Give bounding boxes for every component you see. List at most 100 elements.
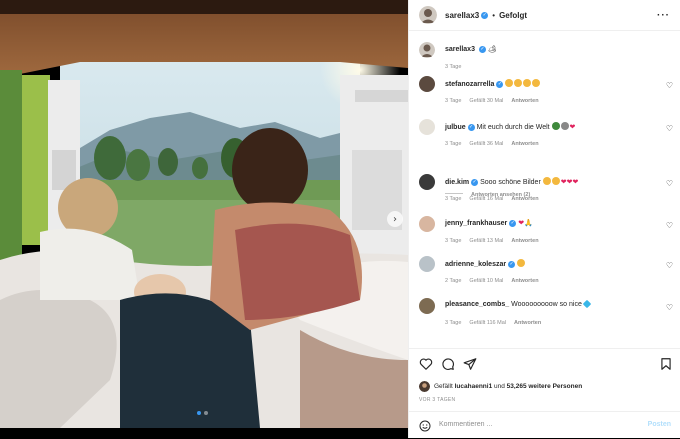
- comment-row: pleasance_combs_ Wooooooooow so nice 3 T…: [419, 298, 673, 332]
- comment-username[interactable]: stefanozarrella: [445, 81, 494, 88]
- comment-likes-count[interactable]: Gefällt 10 Mal: [469, 278, 503, 284]
- comment-suffix: 🙏: [524, 220, 533, 227]
- comment-age: 3 Tage: [445, 141, 462, 147]
- avatar[interactable]: [419, 174, 435, 190]
- chevron-right-icon: ›: [393, 213, 397, 225]
- red-heart-emoji-icon: ❤: [572, 178, 579, 186]
- avatar[interactable]: [419, 256, 435, 272]
- emoji-icon: [582, 299, 592, 309]
- caption-username[interactable]: sarellax3: [445, 46, 475, 53]
- comment-line: pleasance_combs_ Wooooooooow so nice: [445, 299, 592, 309]
- emoji-icon: [532, 79, 541, 87]
- comment-text: Wooooooooow so nice: [511, 301, 582, 308]
- verified-badge-icon: ✓: [509, 220, 517, 227]
- comment-bubble-icon[interactable]: [441, 357, 455, 371]
- view-replies-button[interactable]: Antworten ansehen (2): [445, 192, 530, 198]
- emoji-icon: [542, 177, 551, 185]
- post-photo[interactable]: ›: [0, 0, 408, 428]
- reply-button[interactable]: Antworten: [511, 238, 538, 244]
- comment-age: 2 Tage: [445, 278, 462, 284]
- likes-others-link[interactable]: 53,265 weitere Personen: [507, 383, 583, 390]
- comment-meta: 3 Tage Gefällt 30 Mal Antworten: [445, 98, 547, 104]
- comment-username[interactable]: julbue: [445, 124, 466, 131]
- comment-username[interactable]: die.kim: [445, 179, 469, 186]
- comment-likes-count[interactable]: Gefällt 36 Mal: [469, 141, 503, 147]
- avatar[interactable]: [419, 76, 435, 92]
- comment-line: jenny_frankhauser ✓ ❤🙏: [445, 219, 533, 227]
- comment-text: Sooo schöne Bilder: [480, 179, 541, 186]
- reply-button[interactable]: Antworten: [511, 141, 538, 147]
- verified-badge-icon: ✓: [481, 11, 489, 19]
- comment-username[interactable]: pleasance_combs_: [445, 301, 509, 308]
- comment-like-heart-icon[interactable]: ♡: [666, 303, 673, 312]
- carousel-dot-active: [197, 411, 201, 415]
- post-header: sarellax3 ✓ • Gefolgt ···: [409, 0, 680, 31]
- avatar[interactable]: [419, 298, 435, 314]
- comment-meta: 3 Tage Gefällt 36 Mal Antworten: [445, 141, 547, 147]
- reply-button[interactable]: Antworten: [511, 98, 538, 104]
- comment-line: adrienne_koleszar ✓: [445, 259, 526, 268]
- comment-age: 3 Tage: [445, 98, 462, 104]
- separator-dot: •: [492, 10, 496, 20]
- caption-line: sarellax3 ✓ 🏕: [445, 45, 497, 53]
- post-author-username[interactable]: sarellax3: [445, 11, 479, 20]
- comment-row: die.kim ✓ Sooo schöne Bilder ❤❤❤ 3 Tage Gef…: [419, 174, 673, 208]
- verified-badge-icon: ✓: [467, 124, 475, 131]
- comment-row: stefanozarrella ✓ 3 Tage Gefällt 30 Mal Ant…: [419, 76, 673, 110]
- follow-status-button[interactable]: Gefolgt: [499, 11, 527, 20]
- carousel-next-button[interactable]: ›: [387, 211, 403, 227]
- comment-likes-count[interactable]: Gefällt 116 Mal: [469, 320, 506, 326]
- verified-badge-icon: ✓: [496, 81, 504, 88]
- reply-button[interactable]: Antworten: [511, 278, 538, 284]
- reply-button[interactable]: Antworten: [514, 320, 541, 326]
- avatar[interactable]: [419, 216, 435, 232]
- red-heart-emoji-icon: ❤: [569, 123, 576, 131]
- comment-like-heart-icon[interactable]: ♡: [666, 124, 673, 133]
- comment-username[interactable]: adrienne_koleszar: [445, 261, 506, 268]
- comment-input[interactable]: Kommentieren ...: [439, 421, 492, 428]
- paper-plane-icon[interactable]: [463, 357, 477, 371]
- comment-likes-count[interactable]: Gefällt 13 Mal: [469, 238, 503, 244]
- emoji-icon: [551, 122, 560, 130]
- emoji-icon: [514, 79, 523, 87]
- more-horizontal-icon[interactable]: ···: [657, 10, 670, 21]
- action-icons: [419, 357, 673, 371]
- van-scene-image: [0, 0, 408, 428]
- comment-like-heart-icon[interactable]: ♡: [666, 179, 673, 188]
- comment-like-heart-icon[interactable]: ♡: [666, 81, 673, 90]
- post-actions: Gefällt lucahaenni1 und 53,265 weitere P…: [409, 348, 680, 438]
- avatar[interactable]: [419, 119, 435, 135]
- heart-outline-icon[interactable]: [419, 357, 433, 371]
- post-side-panel: sarellax3 ✓ • Gefolgt ··· sarellax3 ✓ 🏕 …: [408, 0, 680, 438]
- caption-meta: 3 Tage: [445, 64, 469, 70]
- liked-by-username[interactable]: lucahaenni1: [455, 383, 493, 390]
- smiley-icon[interactable]: [419, 420, 431, 432]
- bookmark-icon[interactable]: [659, 357, 673, 371]
- comment-row: adrienne_koleszar ✓ 2 Tage Gefällt 10 Mal A…: [419, 256, 673, 290]
- avatar[interactable]: [419, 42, 435, 58]
- view-replies-label: Antworten ansehen (2): [471, 192, 531, 198]
- verified-badge-icon: ✓: [508, 261, 516, 268]
- avatar[interactable]: [419, 6, 437, 24]
- comment-meta: 3 Tage Gefällt 116 Mal Antworten: [445, 320, 549, 326]
- comment-likes-count[interactable]: Gefällt 30 Mal: [469, 98, 503, 104]
- emoji-icon: [505, 79, 514, 87]
- comment-age: 3 Tage: [445, 238, 462, 244]
- verified-badge-icon: ✓: [478, 46, 486, 53]
- caption-text: 🏕: [487, 46, 497, 53]
- comment-like-heart-icon[interactable]: ♡: [666, 221, 673, 230]
- post-comment-button[interactable]: Posten: [648, 421, 671, 428]
- comment-like-heart-icon[interactable]: ♡: [666, 261, 673, 270]
- emoji-icon: [560, 122, 569, 130]
- avatar[interactable]: [419, 381, 430, 392]
- caption: sarellax3 ✓ 🏕 3 Tage: [419, 42, 673, 72]
- comment-line: die.kim ✓ Sooo schöne Bilder ❤❤❤: [445, 177, 578, 186]
- comment-username[interactable]: jenny_frankhauser: [445, 220, 507, 227]
- verified-badge-icon: ✓: [471, 179, 479, 186]
- comment-line: stefanozarrella ✓: [445, 79, 541, 88]
- replies-line: [445, 193, 463, 194]
- likes-summary: Gefällt lucahaenni1 und 53,265 weitere P…: [419, 381, 582, 392]
- comment-text: Mit euch durch die Welt: [476, 124, 550, 131]
- post-timestamp: VOR 3 TAGEN: [419, 397, 456, 403]
- post-modal: › sarellax3 ✓ • Gefolgt ··· sarellax3 ✓ …: [0, 0, 680, 438]
